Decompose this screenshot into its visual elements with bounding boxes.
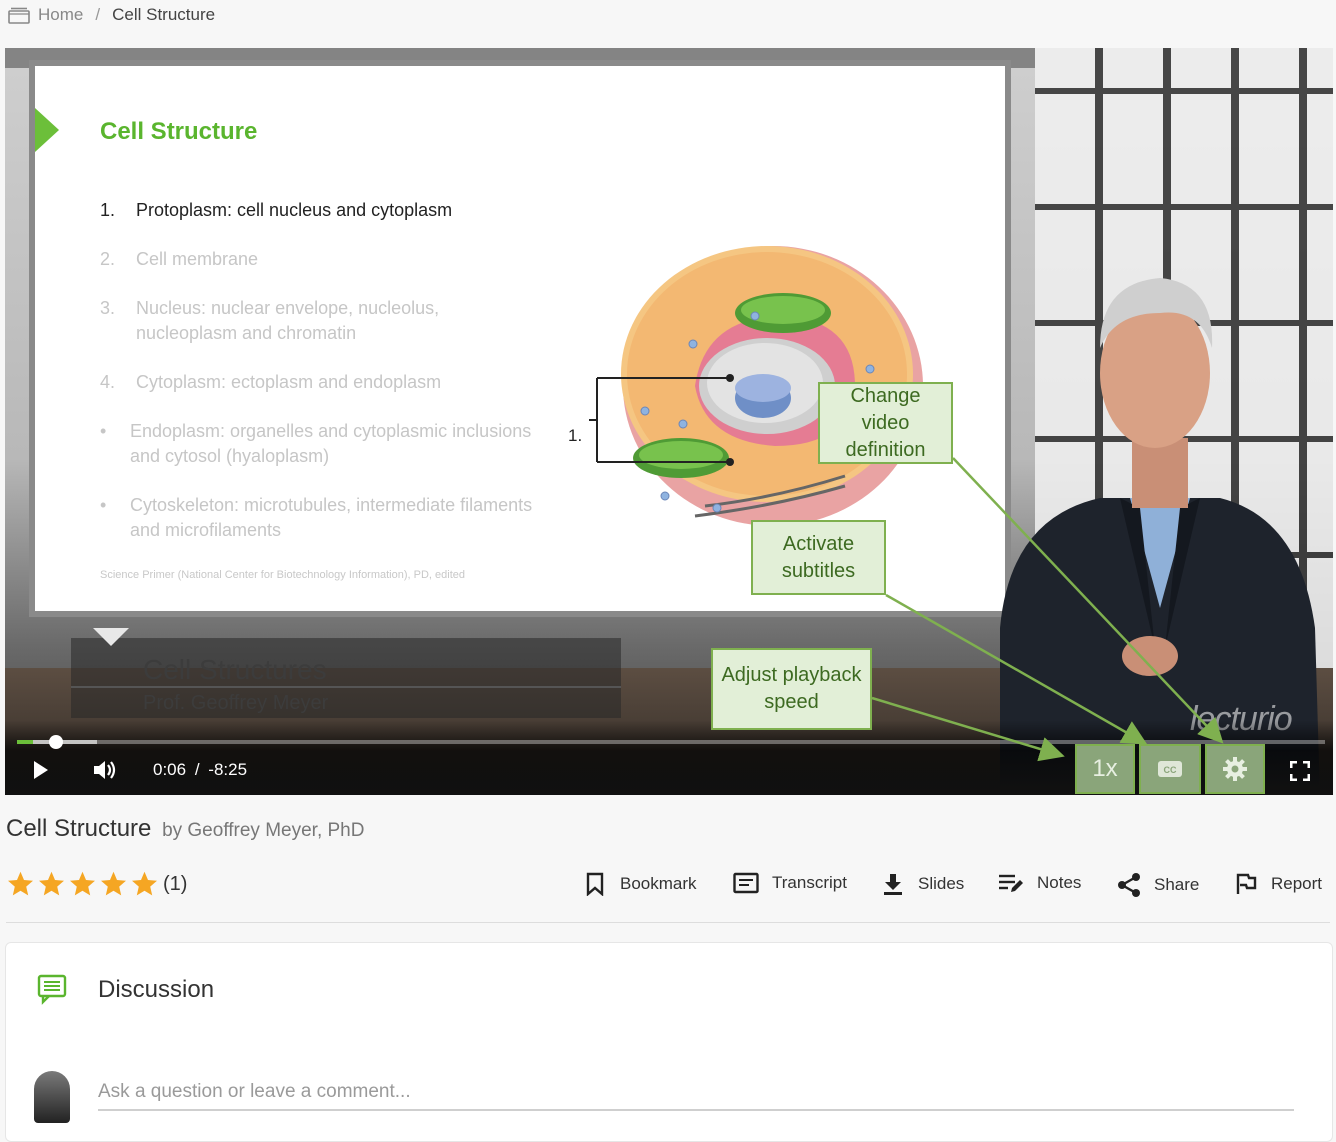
gear-icon bbox=[1223, 757, 1247, 781]
rating[interactable]: (1) bbox=[6, 870, 187, 898]
slide-list-item: 2. Cell membrane bbox=[100, 247, 540, 272]
transcript-icon bbox=[733, 872, 759, 894]
video-quality-button[interactable] bbox=[1205, 744, 1265, 794]
slide-list-item: • Endoplasm: organelles and cytoplasmic i… bbox=[100, 419, 540, 469]
callout-adjust-speed: Adjust playback speed bbox=[711, 648, 872, 730]
volume-button[interactable] bbox=[91, 756, 119, 784]
slide-list-item-text: Nucleus: nuclear envelope, nucleolus, nu… bbox=[136, 298, 440, 343]
background-beam bbox=[5, 48, 1035, 68]
action-share[interactable]: Share bbox=[1116, 872, 1199, 898]
player-controls: 0:06 / -8:25 1x CC bbox=[5, 720, 1333, 795]
playback-speed-button[interactable]: 1x bbox=[1075, 744, 1135, 794]
lower-third-title: Cell Structures bbox=[143, 654, 327, 685]
bookmark-label: Bookmark bbox=[620, 874, 697, 893]
slide-list-item-text: Cytoplasm: ectoplasm and endoplasm bbox=[136, 372, 442, 392]
slide-list-item-number: 3. bbox=[100, 298, 116, 318]
slide-title: Cell Structure bbox=[100, 118, 258, 145]
slide-list-item-number: 1. bbox=[100, 200, 116, 220]
comment-input[interactable] bbox=[98, 1075, 1294, 1111]
library-icon bbox=[8, 7, 30, 24]
breadcrumb-home-link[interactable]: Home bbox=[38, 5, 83, 25]
star-icon[interactable] bbox=[6, 870, 35, 898]
slide-list-item-text: Cell membrane bbox=[136, 249, 259, 269]
lecture-title: Cell Structure bbox=[6, 815, 152, 842]
slide-list-item-text: Endoplasm: organelles and cytoplasmic in… bbox=[130, 421, 532, 466]
share-icon bbox=[1118, 873, 1140, 897]
remaining-time: -8:25 bbox=[208, 760, 248, 779]
action-transcript[interactable]: Transcript bbox=[733, 872, 847, 894]
progress-played bbox=[17, 740, 33, 744]
lower-third-divider bbox=[71, 686, 621, 688]
flag-icon bbox=[1236, 873, 1257, 894]
slide-list-item-number: 2. bbox=[100, 249, 116, 269]
download-icon bbox=[884, 874, 902, 895]
action-slides[interactable]: Slides bbox=[882, 872, 964, 896]
play-button[interactable] bbox=[29, 758, 53, 782]
star-rating[interactable] bbox=[6, 870, 161, 898]
slide-list-item-text: Protoplasm: cell nucleus and cytoplasm bbox=[136, 200, 453, 220]
slide-list-item: 4. Cytoplasm: ectoplasm and endoplasm bbox=[100, 370, 540, 395]
star-icon[interactable] bbox=[37, 870, 66, 898]
star-icon[interactable] bbox=[68, 870, 97, 898]
video-player[interactable]: Cell Structure 1. Protoplasm: cell nucleu… bbox=[5, 48, 1333, 795]
lecture-title-row: Cell Structure by Geoffrey Meyer, PhD bbox=[6, 815, 364, 843]
closed-captions-icon: CC bbox=[1158, 761, 1182, 777]
action-notes[interactable]: Notes bbox=[998, 872, 1081, 894]
time-separator: / bbox=[194, 760, 200, 779]
share-label: Share bbox=[1154, 875, 1200, 894]
slides-label: Slides bbox=[918, 874, 965, 893]
lower-third-notch bbox=[93, 628, 129, 646]
action-bookmark[interactable]: Bookmark bbox=[584, 872, 697, 896]
current-time: 0:06 bbox=[153, 760, 187, 779]
subtitles-button[interactable]: CC bbox=[1139, 744, 1201, 794]
slide-list-item-number: 4. bbox=[100, 372, 116, 392]
fullscreen-icon bbox=[1290, 761, 1310, 781]
notes-label: Notes bbox=[1037, 873, 1082, 892]
star-icon[interactable] bbox=[99, 870, 128, 898]
time-display: 0:06 / -8:25 bbox=[153, 760, 247, 780]
rating-count: (1) bbox=[163, 872, 188, 895]
slide-list-item-number: • bbox=[100, 495, 107, 515]
report-label: Report bbox=[1271, 874, 1323, 893]
discussion-panel: Discussion bbox=[5, 942, 1333, 1142]
slide-list: 1. Protoplasm: cell nucleus and cytoplasm… bbox=[100, 198, 540, 567]
transcript-label: Transcript bbox=[772, 873, 847, 892]
slide-marker bbox=[35, 108, 59, 152]
lower-third-subtitle: Prof. Geoffrey Meyer bbox=[143, 692, 329, 714]
slide-source: Science Primer (National Center for Biot… bbox=[100, 569, 466, 581]
diagram-label: 1. bbox=[568, 426, 583, 445]
discussion-icon bbox=[37, 974, 67, 1005]
star-icon[interactable] bbox=[130, 870, 159, 898]
slide-list-item: 1. Protoplasm: cell nucleus and cytoplasm bbox=[100, 198, 540, 223]
svg-text:CC: CC bbox=[1164, 765, 1177, 775]
slide-list-item: • Cytoskeleton: microtubules, intermediat… bbox=[100, 493, 540, 543]
bookmark-icon bbox=[586, 872, 604, 896]
lower-third: Cell Structures Prof. Geoffrey Meyer bbox=[71, 628, 621, 718]
slide-list-item-text: Cytoskeleton: microtubules, intermediate… bbox=[130, 495, 533, 540]
slide-list-item-number: • bbox=[100, 421, 107, 441]
notes-icon bbox=[999, 874, 1023, 892]
avatar bbox=[34, 1071, 70, 1123]
callout-change-definition: Change video definition bbox=[818, 382, 953, 464]
lecture-author: by Geoffrey Meyer, PhD bbox=[162, 820, 365, 841]
breadcrumb-separator: / bbox=[95, 5, 101, 24]
volume-icon bbox=[94, 761, 116, 779]
callout-activate-subtitles: Activate subtitles bbox=[751, 520, 886, 595]
progress-scrubber[interactable] bbox=[48, 735, 63, 749]
action-report[interactable]: Report bbox=[1235, 872, 1322, 896]
discussion-title: Discussion bbox=[98, 976, 215, 1003]
breadcrumb: Home / Cell Structure bbox=[8, 4, 215, 26]
breadcrumb-current: Cell Structure bbox=[112, 5, 216, 24]
play-icon bbox=[34, 761, 48, 779]
fullscreen-button[interactable] bbox=[1287, 758, 1313, 784]
slide-list-item: 3. Nucleus: nuclear envelope, nucleolus, … bbox=[100, 296, 540, 346]
section-divider bbox=[6, 922, 1330, 923]
